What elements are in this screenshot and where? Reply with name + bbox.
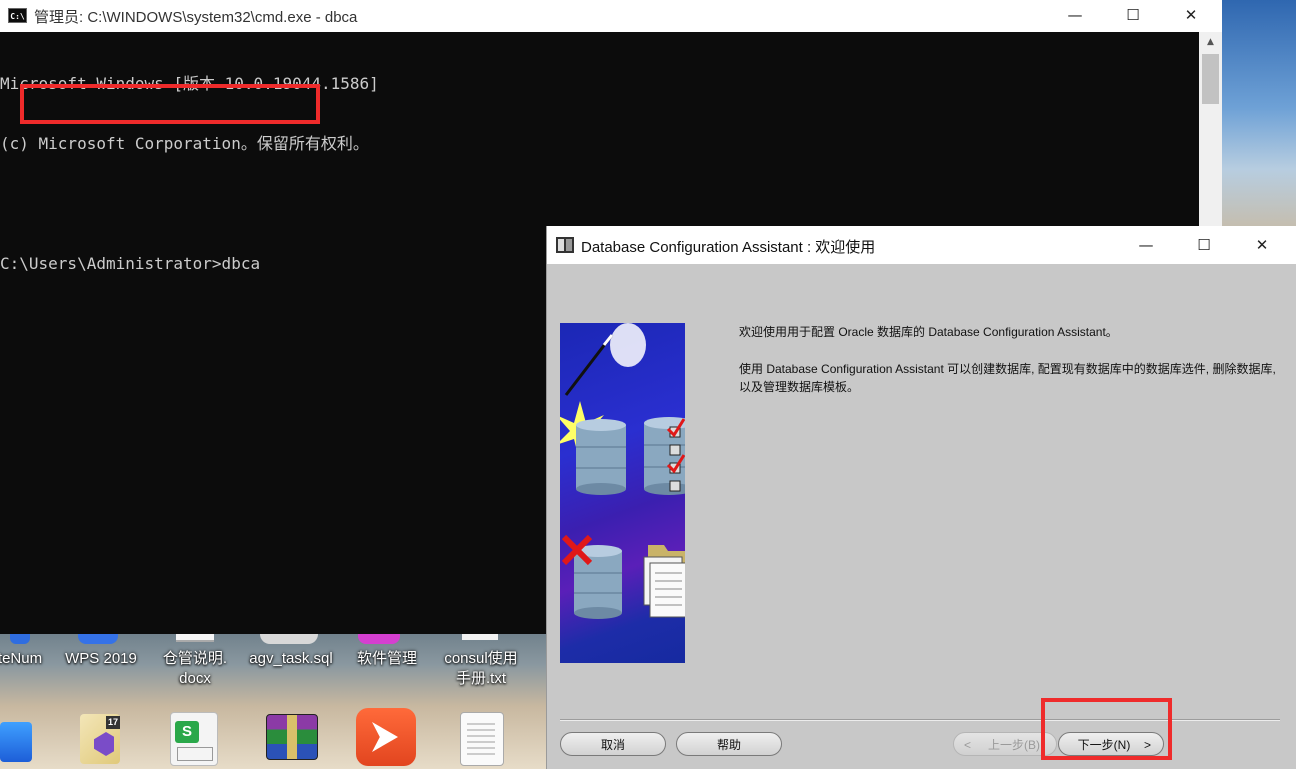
database-illustration-icon (560, 323, 685, 619)
database-app-icon (556, 237, 574, 253)
dbca-maximize-button[interactable]: ☐ (1175, 226, 1233, 264)
welcome-text: 欢迎使用用于配置 Oracle 数据库的 Database Configurat… (739, 325, 1118, 339)
dbca-minimize-button[interactable]: — (1117, 226, 1175, 264)
cmd-output[interactable]: Microsoft Windows [版本 10.0.19044.1586] (… (0, 34, 379, 314)
description-text: 使用 Database Configuration Assistant 可以创建… (739, 362, 1276, 394)
cmd-line: (c) Microsoft Corporation。保留所有权利。 (0, 134, 369, 153)
cmd-icon: C:\ (8, 8, 27, 23)
desktop-icon-label: consul使用 手册.txt (444, 650, 518, 687)
cmd-window-title: 管理员: C:\WINDOWS\system32\cmd.exe - dbca (34, 9, 358, 26)
winrar-icon[interactable] (266, 714, 318, 760)
chevron-left-icon: < (964, 738, 972, 752)
wizard-illustration (560, 323, 685, 663)
annotation-highlight-box (20, 84, 320, 124)
cmd-maximize-button[interactable]: ☐ (1104, 0, 1162, 32)
cmd-titlebar[interactable]: C:\ 管理员: C:\WINDOWS\system32\cmd.exe - d… (0, 0, 1222, 32)
desktop-icon-label: WPS 2019 (65, 650, 137, 667)
help-button[interactable]: 帮助 (676, 732, 782, 756)
button-divider (560, 719, 1280, 721)
cancel-button[interactable]: 取消 (560, 732, 666, 756)
cmd-prompt-line: C:\Users\Administrator>dbca (0, 254, 261, 273)
desktop-icon-label: agv_task.sql (249, 650, 333, 667)
scrollbar-thumb[interactable] (1202, 54, 1219, 104)
cmd-minimize-button[interactable]: — (1046, 0, 1104, 32)
dbca-titlebar[interactable]: Database Configuration Assistant : 欢迎使用 … (547, 226, 1296, 264)
blank-document-icon[interactable] (460, 712, 504, 766)
dbca-close-button[interactable]: ✕ (1233, 226, 1291, 264)
back-button-label: 上一步(B) (988, 738, 1040, 752)
dbca-window[interactable]: Database Configuration Assistant : 欢迎使用 … (546, 226, 1296, 769)
version-badge: 17 (106, 716, 120, 729)
spreadsheet-icon[interactable]: S (170, 712, 218, 766)
cmd-line (0, 194, 379, 214)
annotation-highlight-box (1041, 698, 1172, 760)
desktop-icon-label: 软件管理 (356, 650, 417, 667)
desktop-icon-label: 仓管说明. docx (162, 650, 228, 687)
cmd-close-button[interactable]: ✕ (1162, 0, 1220, 32)
blue-app-icon[interactable] (0, 722, 32, 762)
dbca-window-title: Database Configuration Assistant : 欢迎使用 (581, 239, 876, 256)
desktop-icon-label: teNum (0, 650, 43, 667)
visual-studio-icon[interactable]: 17 (80, 714, 120, 764)
scroll-up-icon[interactable]: ▲ (1199, 32, 1222, 52)
presentation-app-icon[interactable] (356, 708, 416, 766)
